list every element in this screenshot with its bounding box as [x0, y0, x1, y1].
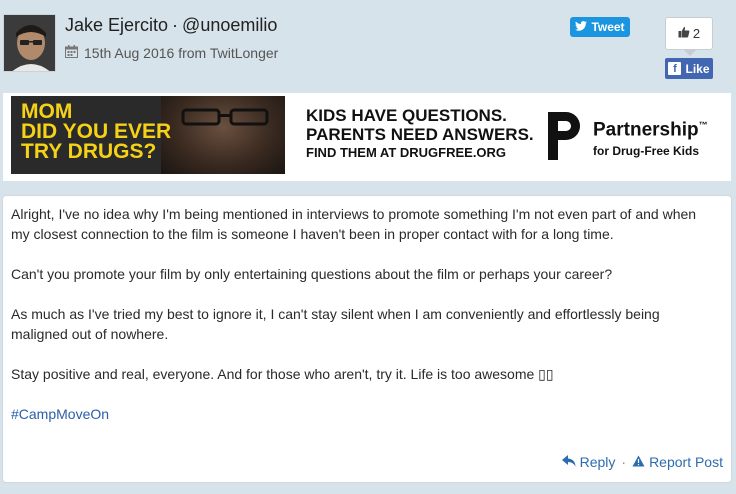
- partnership-logo-icon: [548, 112, 580, 160]
- author-handle[interactable]: @unoemilio: [182, 15, 277, 35]
- post-date: 15th Aug 2016 from TwitLonger: [84, 45, 279, 61]
- ad-image: MOM DID YOU EVER TRY DRUGS?: [11, 96, 285, 174]
- reply-label: Reply: [579, 454, 616, 470]
- like-count-bubble: 2: [665, 17, 713, 56]
- avatar[interactable]: [3, 14, 56, 72]
- ad-brand-name: Partnership: [593, 119, 699, 141]
- ad-line-3: FIND THEM AT DRUGFREE.ORG: [306, 145, 507, 160]
- ad-headline: MOM DID YOU EVER TRY DRUGS?: [21, 100, 172, 163]
- reply-arrow-icon: [561, 454, 576, 470]
- ad-brand-tm: ™: [698, 120, 708, 130]
- twitter-bird-icon: [575, 20, 588, 34]
- hashtag-link[interactable]: #CampMoveOn: [11, 404, 717, 424]
- like-count: 2: [692, 26, 701, 41]
- advertisement-banner[interactable]: MOM DID YOU EVER TRY DRUGS? KIDS HAVE QU…: [3, 93, 731, 181]
- post-paragraph: Can't you promote your film by only ente…: [11, 266, 613, 282]
- author-name[interactable]: Jake Ejercito: [65, 15, 168, 35]
- author-line: Jake Ejercito · @unoemilio: [65, 15, 277, 36]
- warning-icon: [632, 454, 645, 470]
- post-actions: Reply · Report Post: [561, 454, 723, 470]
- post-body: Alright, I've no idea why I'm being ment…: [2, 195, 732, 483]
- report-post-label: Report Post: [649, 454, 723, 470]
- author-separator: ·: [172, 15, 179, 35]
- ad-line-1: KIDS HAVE QUESTIONS.: [306, 106, 507, 125]
- ad-tagline: KIDS HAVE QUESTIONS. PARENTS NEED ANSWER…: [306, 106, 536, 162]
- post-header: Jake Ejercito · @unoemilio 15th Aug 2016 f…: [0, 0, 736, 90]
- facebook-like-label: Like: [685, 61, 710, 76]
- avatar-image: [4, 15, 55, 71]
- reply-button[interactable]: Reply: [561, 454, 616, 470]
- post-paragraph: As much as I've tried my best to ignore …: [11, 306, 660, 342]
- report-post-button[interactable]: Report Post: [632, 454, 723, 470]
- ad-glasses-graphic: [181, 108, 269, 126]
- ad-brand: Partnership™ for Drug-Free Kids: [593, 115, 708, 160]
- thumbs-up-icon: [678, 26, 690, 41]
- ad-line-2: PARENTS NEED ANSWERS.: [306, 125, 534, 144]
- tweet-button[interactable]: Tweet: [570, 17, 630, 37]
- post-paragraph: Alright, I've no idea why I'm being ment…: [11, 206, 697, 242]
- facebook-like-button[interactable]: f Like: [665, 58, 713, 79]
- post-meta: 15th Aug 2016 from TwitLonger: [65, 45, 278, 61]
- calendar-icon: [65, 45, 78, 61]
- facebook-icon: f: [668, 62, 682, 75]
- post-paragraph: Stay positive and real, everyone. And fo…: [11, 366, 554, 382]
- ad-brand-sub: for Drug-Free Kids: [593, 144, 700, 159]
- tweet-label: Tweet: [591, 20, 625, 34]
- actions-separator: ·: [621, 454, 627, 470]
